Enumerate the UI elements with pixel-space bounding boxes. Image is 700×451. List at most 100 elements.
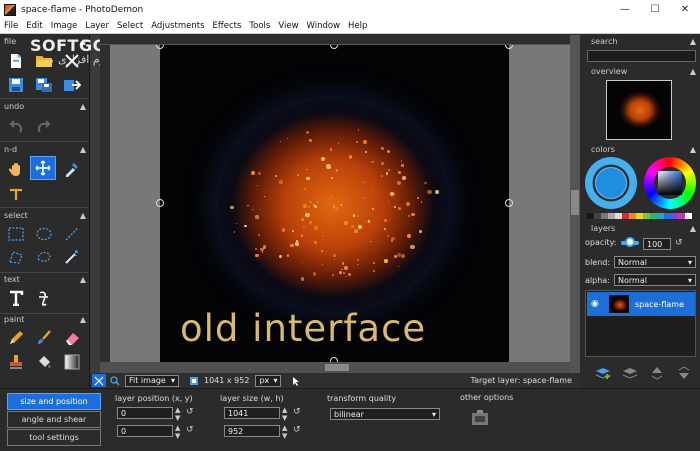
palette-swatch[interactable] [594, 213, 601, 219]
canvas-vertical-scrollbar[interactable] [570, 35, 580, 373]
palette-swatch[interactable] [587, 213, 594, 219]
reset-icon[interactable]: ↺ [293, 407, 301, 417]
redo-icon[interactable] [31, 115, 57, 139]
pencil-icon[interactable] [3, 326, 29, 350]
move-layer-down-icon[interactable] [670, 364, 697, 382]
scroll-thumb[interactable] [325, 364, 349, 371]
chevron-up-icon[interactable]: ▲ [80, 315, 86, 324]
menu-tools[interactable]: Tools [249, 21, 270, 31]
palette-swatch[interactable] [601, 213, 608, 219]
color-picker-icon[interactable] [59, 157, 85, 181]
menu-effects[interactable]: Effects [213, 21, 242, 31]
reset-icon[interactable]: ↺ [186, 425, 194, 435]
tab-tool-settings[interactable]: tool settings [7, 429, 101, 446]
move-layer-up-icon[interactable] [643, 364, 670, 382]
tab-size-and-position[interactable]: size and position [7, 393, 101, 410]
opacity-input[interactable]: 100 [643, 238, 671, 250]
position-x-spinner[interactable]: ▲ ▼ [175, 406, 180, 422]
zoom-icon[interactable] [108, 374, 122, 387]
delete-layer-icon[interactable] [616, 364, 643, 382]
toolbox-scrollbar[interactable] [90, 35, 100, 388]
palette-swatch[interactable] [629, 213, 636, 219]
menu-help[interactable]: Help [348, 21, 367, 31]
palette-swatch[interactable] [650, 213, 657, 219]
opacity-slider-knob[interactable] [625, 237, 635, 247]
size-height-input[interactable]: 952 [224, 425, 280, 437]
save-icon[interactable] [3, 73, 29, 97]
layer-options-icon[interactable] [470, 409, 490, 430]
gradient-icon[interactable] [59, 350, 85, 374]
maximize-button[interactable]: ☐ [640, 0, 670, 19]
transform-quality-select[interactable]: bilinear ▾ [330, 408, 440, 420]
typography-tool-icon[interactable] [31, 286, 57, 310]
close-button[interactable]: ✕ [670, 0, 700, 19]
palette-menu-icon[interactable]: ⋮ [684, 211, 692, 220]
polygon-select-icon[interactable] [3, 245, 29, 269]
chevron-up-icon[interactable]: ▲ [690, 67, 696, 76]
palette-swatch[interactable] [664, 213, 671, 219]
saturation-value-square[interactable] [658, 171, 682, 195]
palette-swatch[interactable] [636, 213, 643, 219]
chevron-up-icon[interactable]: ▲ [80, 102, 86, 111]
color-wheel[interactable] [644, 157, 696, 209]
menu-window[interactable]: Window [307, 21, 341, 31]
menu-image[interactable]: Image [51, 21, 78, 31]
palette-swatch[interactable] [615, 213, 622, 219]
transform-handle-left[interactable] [156, 199, 164, 207]
palette-swatch[interactable] [657, 213, 664, 219]
blend-select[interactable]: Normal ▾ [614, 256, 696, 268]
text-tool-icon[interactable] [3, 286, 29, 310]
search-input[interactable] [587, 50, 696, 62]
unit-select[interactable]: px ▾ [255, 374, 282, 387]
reset-icon[interactable]: ↺ [186, 407, 194, 417]
visibility-eye-icon[interactable]: ◉ [591, 299, 605, 309]
canvas-viewport[interactable]: old interface [100, 35, 570, 373]
paint-bucket-icon[interactable] [31, 350, 57, 374]
menu-adjustments[interactable]: Adjustments [151, 21, 204, 31]
fit-to-screen-icon[interactable] [92, 374, 106, 387]
layer-item[interactable]: ◉ space-flame [587, 292, 695, 316]
primary-color-swatch[interactable] [585, 157, 637, 209]
palette-swatch[interactable] [671, 213, 678, 219]
palette-swatch[interactable] [622, 213, 629, 219]
tab-angle-and-shear[interactable]: angle and shear [7, 411, 101, 428]
move-tool-icon[interactable] [30, 156, 56, 180]
reset-icon[interactable]: ↺ [675, 238, 683, 248]
palette-swatch[interactable] [643, 213, 650, 219]
save-as-icon[interactable] [31, 73, 57, 97]
zoom-select[interactable]: Fit image ▾ [125, 374, 179, 387]
measure-tool-icon[interactable] [3, 181, 29, 205]
position-y-spinner[interactable]: ▲ ▼ [175, 424, 180, 440]
menu-view[interactable]: View [278, 21, 298, 31]
canvas-horizontal-scrollbar[interactable] [100, 362, 570, 373]
new-file-icon[interactable] [3, 49, 29, 73]
menu-layer[interactable]: Layer [85, 21, 109, 31]
menu-file[interactable]: File [4, 21, 18, 31]
minimize-button[interactable]: — [610, 0, 640, 19]
size-height-spinner[interactable]: ▲ ▼ [282, 424, 287, 440]
overview-thumbnail[interactable] [606, 80, 672, 140]
add-layer-icon[interactable] [589, 364, 616, 382]
size-width-spinner[interactable]: ▲ ▼ [282, 406, 287, 422]
palette-swatch[interactable] [608, 213, 615, 219]
position-x-input[interactable]: 0 [117, 407, 173, 419]
export-icon[interactable] [59, 73, 85, 97]
clone-stamp-icon[interactable] [3, 350, 29, 374]
menu-edit[interactable]: Edit [26, 21, 42, 31]
eraser-icon[interactable] [59, 326, 85, 350]
scroll-thumb[interactable] [571, 190, 579, 215]
chevron-up-icon[interactable]: ▲ [690, 224, 696, 233]
chevron-up-icon[interactable]: ▲ [80, 211, 86, 220]
chevron-up-icon[interactable]: ▲ [80, 275, 86, 284]
chevron-up-icon[interactable]: ▲ [690, 145, 696, 154]
line-select-icon[interactable] [59, 222, 85, 246]
ellipse-select-icon[interactable] [31, 222, 57, 246]
reset-icon[interactable]: ↺ [293, 425, 301, 435]
position-y-input[interactable]: 0 [117, 425, 173, 437]
color-palette[interactable] [587, 213, 692, 219]
hand-tool-icon[interactable] [3, 157, 29, 181]
undo-icon[interactable] [3, 115, 29, 139]
lasso-select-icon[interactable] [31, 245, 57, 269]
size-width-input[interactable]: 1041 [224, 407, 280, 419]
brush-icon[interactable] [31, 326, 57, 350]
